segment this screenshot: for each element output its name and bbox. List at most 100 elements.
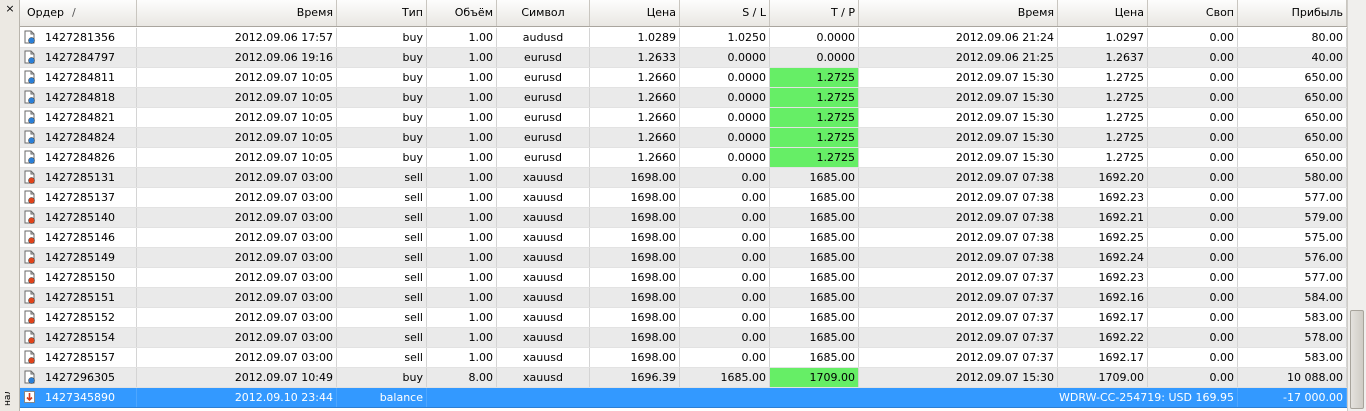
sl-cell: 1685.00 [680,368,770,387]
volume-cell: 1.00 [427,28,497,47]
sl-cell: 0.0000 [680,48,770,67]
table-row[interactable]: 1427285140 2012.09.07 03:00 sell 1.00 xauusd… [20,208,1347,228]
table-row[interactable]: 1427285150 2012.09.07 03:00 sell 1.00 xauusd… [20,268,1347,288]
table-row[interactable]: 1427285154 2012.09.07 03:00 sell 1.00 xauusd… [20,328,1347,348]
table-row[interactable]: 1427285131 2012.09.07 03:00 sell 1.00 xauusd… [20,168,1347,188]
symbol-cell: xauusd [497,188,590,207]
table-row[interactable]: 1427285151 2012.09.07 03:00 sell 1.00 xauusd… [20,288,1347,308]
order-cell: 1427284797 [20,48,137,67]
type-cell: sell [337,288,427,307]
sl-cell: 0.0000 [680,68,770,87]
close-price-cell: 1692.24 [1058,248,1148,267]
table-row[interactable]: 1427285157 2012.09.07 03:00 sell 1.00 xauusd… [20,348,1347,368]
table-row[interactable]: 1427284818 2012.09.07 10:05 buy 1.00 eurusd 1… [20,88,1347,108]
tp-header[interactable]: T / P [770,0,859,26]
table-row[interactable]: 1427281356 2012.09.06 17:57 buy 1.00 audusd 1… [20,28,1347,48]
profit-cell: 80.00 [1238,28,1347,47]
order-number: 1427285146 [45,231,115,244]
type-header[interactable]: Тип [337,0,427,26]
open-time-cell: 2012.09.07 03:00 [137,168,337,187]
column-label: Своп [1205,6,1234,19]
close-price-header[interactable]: Цена [1058,0,1148,26]
order-cell: 1427345890 [20,388,137,407]
table-row[interactable]: 1427284811 2012.09.07 10:05 buy 1.00 eurusd 1… [20,68,1347,88]
profit-cell: 650.00 [1238,148,1347,167]
sl-cell: 0.00 [680,308,770,327]
close-price-cell: 1692.23 [1058,268,1148,287]
symbol-cell: xauusd [497,348,590,367]
table-row[interactable]: 1427285137 2012.09.07 03:00 sell 1.00 xauusd… [20,188,1347,208]
table-row[interactable]: 1427285146 2012.09.07 03:00 sell 1.00 xauusd… [20,228,1347,248]
order-number: 1427345890 [45,391,115,404]
profit-header[interactable]: Прибыль [1238,0,1347,26]
open-time-cell: 2012.09.07 03:00 [137,248,337,267]
tp-cell: 1.2725 [770,88,859,107]
tp-cell: 1685.00 [770,188,859,207]
sl-header[interactable]: S / L [680,0,770,26]
table-row[interactable]: 1427284797 2012.09.06 19:16 buy 1.00 eurusd 1… [20,48,1347,68]
tp-cell: 1685.00 [770,348,859,367]
type-cell: buy [337,48,427,67]
tp-cell: 1.2725 [770,128,859,147]
profit-cell: 650.00 [1238,68,1347,87]
profit-cell: 650.00 [1238,88,1347,107]
close-icon[interactable]: × [2,2,18,16]
vertical-scrollbar[interactable] [1347,0,1366,411]
balance-row-selected[interactable]: 1427345890 2012.09.10 23:44 balance WDRW-CC… [20,388,1347,408]
order-cell: 1427285140 [20,208,137,227]
open-price-cell: 1.2660 [590,128,680,147]
volume-cell: 1.00 [427,108,497,127]
close-time-cell: 2012.09.07 07:38 [859,228,1058,247]
sl-cell: 0.00 [680,168,770,187]
swap-cell: 0.00 [1148,328,1238,347]
column-label: Символ [521,6,565,19]
terminal-side-panel: × нал [0,0,20,411]
order-number: 1427284797 [45,51,115,64]
order-cell: 1427285151 [20,288,137,307]
symbol-cell: xauusd [497,288,590,307]
close-time-cell: 2012.09.06 21:25 [859,48,1058,67]
scrollbar-thumb[interactable] [1350,310,1364,409]
close-price-cell: 1692.25 [1058,228,1148,247]
close-time-cell: 2012.09.07 07:37 [859,348,1058,367]
order-number: 1427284821 [45,111,115,124]
order-header[interactable]: Ордер / [20,0,137,26]
close-time-header[interactable]: Время [859,0,1058,26]
tp-cell: 1685.00 [770,268,859,287]
table-row[interactable]: 1427285149 2012.09.07 03:00 sell 1.00 xauusd… [20,248,1347,268]
buy-order-icon [24,90,35,104]
swap-header[interactable]: Своп [1148,0,1238,26]
type-cell: buy [337,128,427,147]
open-price-header[interactable]: Цена [590,0,680,26]
order-number: 1427285149 [45,251,115,264]
buy-order-icon [24,370,35,384]
table-row[interactable]: 1427284821 2012.09.07 10:05 buy 1.00 eurusd 1… [20,108,1347,128]
profit-cell: 577.00 [1238,268,1347,287]
volume-cell: 1.00 [427,148,497,167]
order-number: 1427284826 [45,151,115,164]
close-time-cell: 2012.09.07 07:37 [859,288,1058,307]
table-row[interactable]: 1427296305 2012.09.07 10:49 buy 8.00 xauusd 1… [20,368,1347,388]
tp-cell: 0.0000 [770,48,859,67]
order-cell: 1427284824 [20,128,137,147]
table-row[interactable]: 1427285152 2012.09.07 03:00 sell 1.00 xauusd… [20,308,1347,328]
type-cell: sell [337,328,427,347]
open-price-cell: 1698.00 [590,248,680,267]
order-cell: 1427285131 [20,168,137,187]
buy-order-icon [24,50,35,64]
open-time-cell: 2012.09.07 03:00 [137,348,337,367]
open-time-header[interactable]: Время [137,0,337,26]
tp-cell: 1685.00 [770,308,859,327]
volume-header[interactable]: Объём [427,0,497,26]
sell-order-icon [24,330,35,344]
symbol-header[interactable]: Символ [497,0,590,26]
sell-order-icon [24,310,35,324]
volume-cell: 1.00 [427,268,497,287]
sl-cell: 0.00 [680,188,770,207]
open-price-cell: 1696.39 [590,368,680,387]
table-row[interactable]: 1427284824 2012.09.07 10:05 buy 1.00 eurusd 1… [20,128,1347,148]
table-row[interactable]: 1427284826 2012.09.07 10:05 buy 1.00 eurusd 1… [20,148,1347,168]
swap-cell: 0.00 [1148,288,1238,307]
close-time-cell: 2012.09.07 07:38 [859,248,1058,267]
open-price-cell: 1.2660 [590,88,680,107]
